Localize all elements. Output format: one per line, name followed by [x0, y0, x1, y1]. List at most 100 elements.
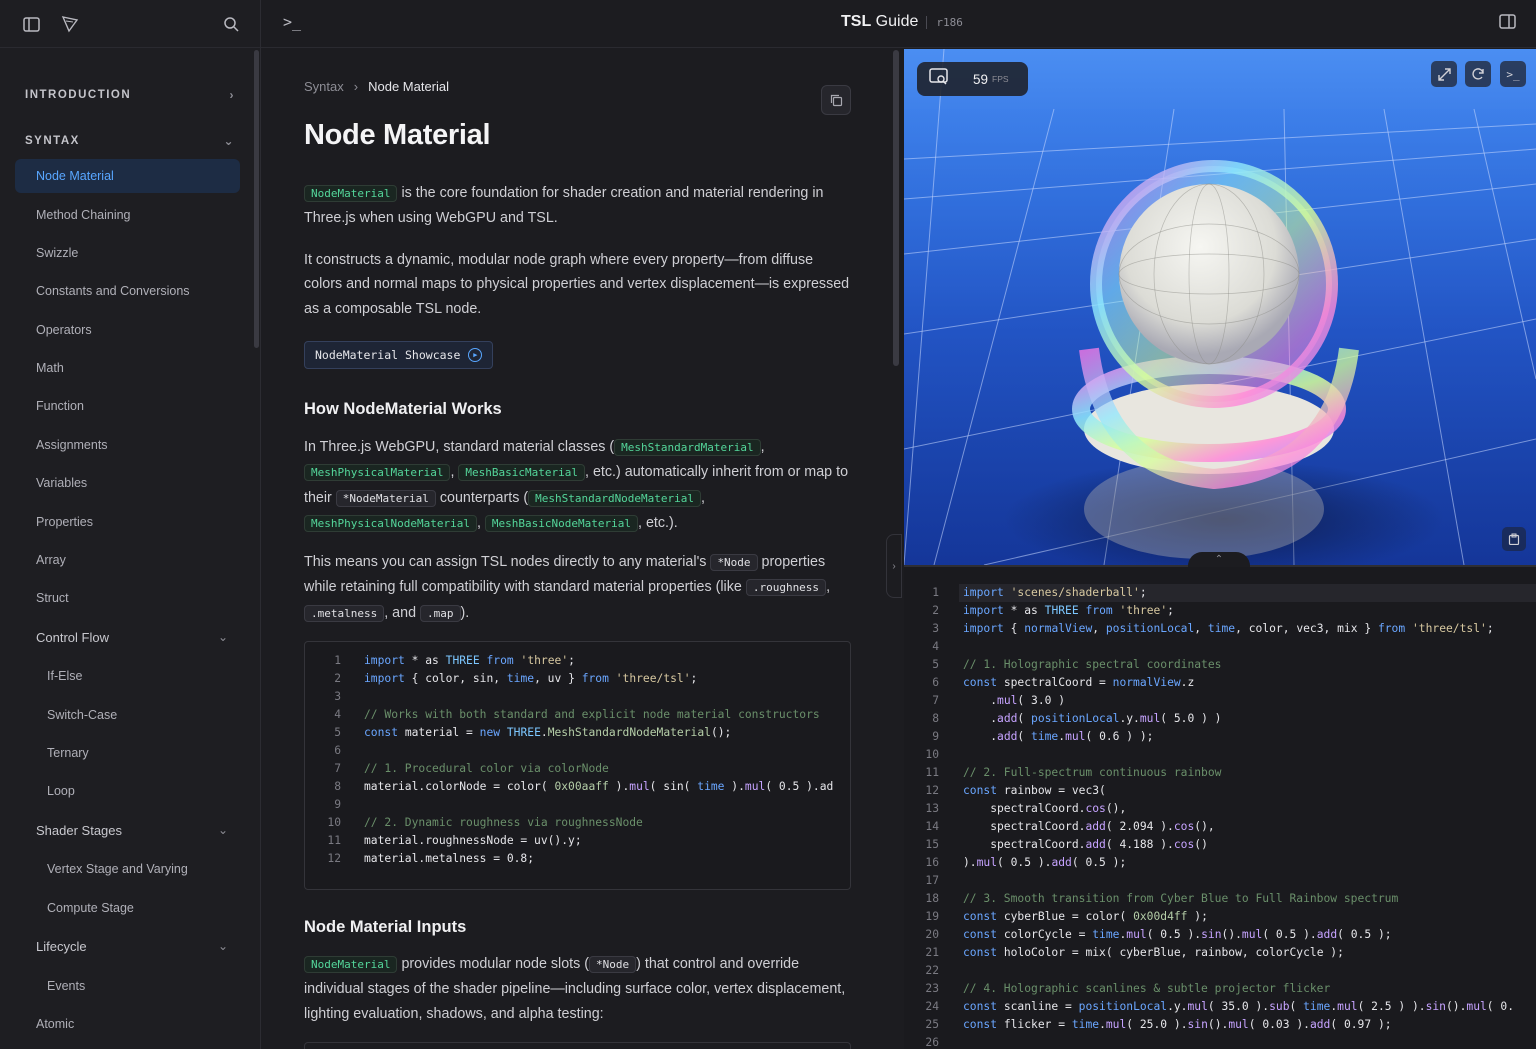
code-editor[interactable]: 1 import 'scenes/shaderball'; 2 import * a…: [904, 567, 1536, 1049]
inline-code: MeshStandardMaterial: [614, 439, 761, 456]
sidebar-item-label: Variables: [36, 476, 88, 490]
sidebar-item-swizzle[interactable]: Swizzle: [15, 236, 240, 270]
sidebar-item-label: Control Flow: [36, 629, 109, 645]
assignment-paragraph: This means you can assign TSL nodes dire…: [304, 554, 831, 622]
editor-line: 10: [925, 748, 939, 761]
sidebar-item-label: Compute Stage: [47, 901, 134, 915]
inline-code: NodeMaterial: [304, 185, 398, 202]
sidebar-item-atomic[interactable]: Atomic: [15, 1007, 240, 1041]
editor-line: 2 import * as THREE from 'three';: [932, 604, 1174, 617]
sidebar-group-shader-stages[interactable]: Shader Stages ⌄: [15, 813, 240, 847]
copy-page-button[interactable]: [821, 85, 851, 115]
editor-line: 17: [925, 874, 939, 887]
breadcrumb-syntax[interactable]: Syntax: [304, 79, 344, 94]
sidebar-item-function[interactable]: Function: [15, 389, 240, 423]
sidebar-item-label: Atomic: [36, 1017, 75, 1031]
code-line: 11 material.roughnessNode = uv().y;: [327, 834, 582, 847]
sidebar-item-label: Switch-Case: [47, 708, 118, 722]
sidebar-item-variables[interactable]: Variables: [15, 466, 240, 500]
sidebar-item-label: Math: [36, 361, 64, 375]
top-header: >_ TSL Guide r186: [261, 0, 1536, 48]
breadcrumb-current: Node Material: [368, 79, 450, 94]
code-example[interactable]: 1 import * as THREE from 'three'; 2 import…: [304, 641, 851, 890]
sidebar-item-method-chaining[interactable]: Method Chaining: [15, 198, 240, 232]
inline-code: MeshStandardNodeMaterial: [528, 489, 702, 507]
fps-counter[interactable]: 59 FPS: [917, 62, 1028, 96]
section-label: SYNTAX: [25, 135, 80, 147]
code-line: 10// 2. Dynamic roughness via roughnessN…: [327, 816, 643, 829]
refresh-icon: [1472, 68, 1484, 80]
sidebar-item-label: Assignments: [36, 438, 108, 452]
sidebar-item-operators[interactable]: Operators: [15, 313, 240, 347]
sidebar-item-math[interactable]: Math: [15, 351, 240, 385]
clipboard-icon: [1508, 533, 1520, 545]
sidebar-item-if-else[interactable]: If-Else: [15, 659, 240, 693]
terminal-icon: >_: [1506, 67, 1520, 81]
description-paragraph: It constructs a dynamic, modular node gr…: [304, 252, 850, 317]
section-label: INTRODUCTION: [25, 89, 132, 101]
sidebar-toggle-icon[interactable]: [21, 14, 41, 34]
editor-line: 20 const colorCycle = time.mul( 0.5 ).sin…: [925, 928, 1392, 941]
inline-code: *Node: [710, 554, 758, 571]
sidebar-item-array[interactable]: Array: [15, 543, 240, 577]
sidebar-item-compute-stage[interactable]: Compute Stage: [15, 891, 240, 925]
section-introduction[interactable]: INTRODUCTION ›: [25, 85, 235, 105]
section-syntax[interactable]: SYNTAX ⌄: [25, 131, 235, 151]
editor-line: 11// 2. Full-spectrum continuous rainbow: [925, 766, 1222, 779]
preview-viewport[interactable]: 59 FPS >_: [904, 49, 1536, 565]
sidebar-item-node-material[interactable]: Node Material: [15, 159, 240, 193]
sidebar-item-loop[interactable]: Loop: [15, 774, 240, 808]
inline-code: MeshBasicMaterial: [458, 464, 586, 482]
sidebar-item-label: Array: [36, 553, 66, 567]
editor-line: 16).mul( 0.5 ).add( 0.5 );: [925, 856, 1127, 869]
editor-line: 26: [925, 1036, 939, 1049]
search-icon[interactable]: [221, 14, 241, 34]
code-line: 9: [334, 798, 341, 811]
editor-line: 1 import 'scenes/shaderball';: [932, 586, 1147, 599]
inline-code: *NodeMaterial: [335, 489, 436, 507]
console-button[interactable]: >_: [1500, 61, 1526, 87]
sidebar-item-struct[interactable]: Struct: [15, 581, 240, 615]
sidebar-scrollbar[interactable]: [254, 50, 259, 348]
sidebar-item-constants[interactable]: Constants and Conversions: [15, 274, 240, 308]
chevron-right-icon: ›: [353, 79, 359, 94]
sidebar-item-switch-case[interactable]: Switch-Case: [15, 698, 240, 732]
editor-line: 5// 1. Holographic spectral coordinates: [932, 658, 1222, 671]
intro-paragraph: NodeMaterial is the core foundation for …: [304, 185, 824, 227]
reload-button[interactable]: [1465, 61, 1491, 87]
code-line: 1 import * as THREE from 'three';: [334, 654, 575, 667]
sidebar-item-assignments[interactable]: Assignments: [15, 428, 240, 462]
sidebar-item-ternary[interactable]: Ternary: [15, 736, 240, 770]
sidebar-item-label: Method Chaining: [36, 208, 131, 222]
terminal-icon[interactable]: >_: [283, 13, 301, 31]
editor-line: 23// 4. Holographic scanlines & subtle p…: [925, 982, 1331, 995]
sidebar-item-label: Lifecycle: [36, 938, 87, 954]
logo-icon[interactable]: [60, 14, 80, 34]
fullscreen-button[interactable]: [1431, 61, 1457, 87]
sidebar-item-events[interactable]: Events: [15, 969, 240, 1003]
editor-line: 4: [932, 640, 939, 653]
sidebar-item-label: Shader Stages: [36, 822, 123, 838]
content-scrollbar[interactable]: [893, 50, 899, 366]
sidebar-group-lifecycle[interactable]: Lifecycle ⌄: [15, 929, 240, 963]
sidebar-item-label: Ternary: [47, 746, 89, 760]
sidebar-toolbar: [0, 0, 260, 48]
showcase-button[interactable]: NodeMaterial Showcase ▶: [304, 341, 494, 369]
editor-line: 9 .add( time.mul( 0.6 ) );: [932, 730, 1154, 743]
sidebar-item-vertex-stage[interactable]: Vertex Stage and Varying: [15, 852, 240, 886]
panel-toggle-icon[interactable]: [1499, 14, 1516, 34]
doc-content: Syntax › Node Material Node Material Nod…: [262, 49, 902, 1049]
inputs-paragraph: NodeMaterial provides modular node slots…: [304, 956, 846, 1022]
code-line: 8 material.colorNode = color( 0x00aaff ).…: [334, 780, 834, 793]
sidebar-item-label: Operators: [36, 323, 92, 337]
split-resize-handle[interactable]: ›: [886, 534, 902, 598]
sidebar-group-control-flow[interactable]: Control Flow ⌄: [15, 620, 240, 654]
sidebar-item-label: Vertex Stage and Varying: [47, 862, 188, 876]
version-badge: r186: [926, 15, 963, 29]
inline-code: MeshBasicNodeMaterial: [484, 514, 638, 532]
screenshot-button[interactable]: [1502, 527, 1526, 551]
sidebar-item-label: Constants and Conversions: [36, 284, 190, 298]
sidebar-item-properties[interactable]: Properties: [15, 505, 240, 539]
inline-code: MeshPhysicalNodeMaterial: [304, 514, 477, 532]
sidebar-item-label: Node Material: [36, 169, 114, 183]
